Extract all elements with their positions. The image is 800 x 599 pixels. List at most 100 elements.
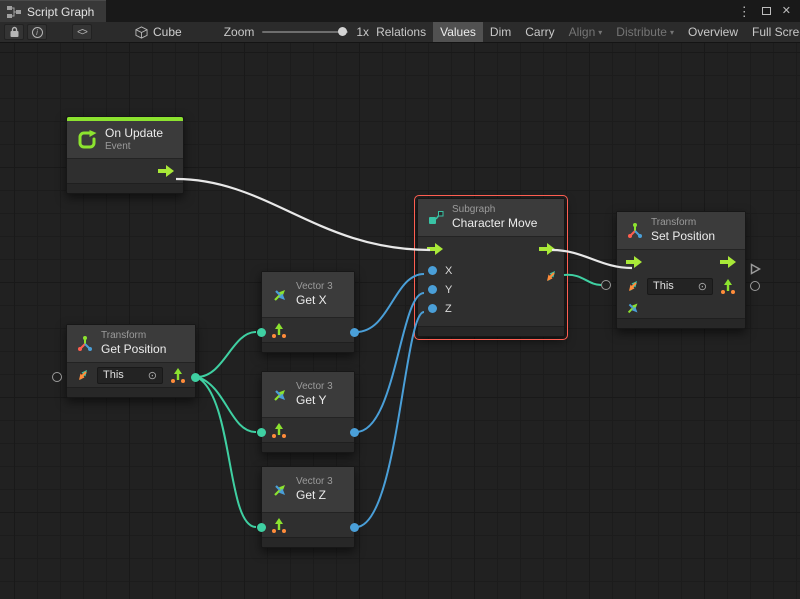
value-output-port[interactable]: [350, 328, 359, 337]
flow-row: [67, 159, 183, 183]
more-menu-icon[interactable]: ⋮: [738, 5, 751, 18]
update-loop-icon: [76, 129, 98, 151]
convert-arrows-icon: [75, 367, 91, 383]
distribute-button[interactable]: Distribute▾: [609, 22, 681, 42]
zoom-slider-knob[interactable]: [338, 27, 347, 36]
icon-row: [617, 298, 745, 318]
node-get-position[interactable]: Transform Get Position This ⊙: [66, 324, 196, 398]
wire-charactermove-to-setposition-this[interactable]: [564, 275, 601, 285]
graph-object-chip[interactable]: Cube: [135, 25, 182, 39]
node-footer: [418, 326, 564, 336]
vector3-icon: [625, 300, 641, 316]
node-on-update[interactable]: On Update Event: [66, 116, 184, 194]
zoom-slider[interactable]: [262, 31, 348, 33]
code-view-button[interactable]: <>: [72, 24, 92, 40]
window-controls: ⋮ ✕: [738, 0, 800, 22]
flow-output-port[interactable]: [720, 256, 736, 268]
wire-getz-to-charactermove-z[interactable]: [356, 312, 424, 527]
value-output-port[interactable]: [191, 373, 200, 382]
node-get-y[interactable]: Vector 3 Get Y: [261, 371, 355, 453]
flow-row: [617, 250, 745, 274]
flow-output-port[interactable]: [158, 165, 174, 177]
node-get-x[interactable]: Vector 3 Get X: [261, 271, 355, 353]
wire-getx-to-charactermove-x[interactable]: [356, 274, 424, 332]
wire-onupdate-to-charactermove[interactable]: [176, 179, 430, 250]
node-header: Subgraph Character Move: [418, 199, 564, 237]
wire-getposition-to-gety[interactable]: [197, 377, 256, 432]
flow-continuation-icon[interactable]: [750, 263, 761, 275]
vector-value-icon: [270, 321, 288, 339]
node-category: Vector 3: [296, 476, 333, 488]
target-picker-icon[interactable]: ⊙: [698, 280, 707, 293]
vector-value-icon: [719, 277, 737, 295]
wire-gety-to-charactermove-y[interactable]: [356, 293, 424, 432]
tab-title: Script Graph: [27, 5, 94, 19]
node-header: Vector 3 Get Y: [262, 372, 354, 418]
flow-input-port[interactable]: [427, 243, 443, 255]
values-button[interactable]: Values: [433, 22, 483, 42]
info-button[interactable]: i: [27, 24, 47, 40]
align-button[interactable]: Align▾: [562, 22, 610, 42]
chevron-down-icon: ▾: [670, 28, 674, 37]
carry-button[interactable]: Carry: [518, 22, 561, 42]
node-header: On Update Event: [67, 121, 183, 159]
node-character-move[interactable]: Subgraph Character Move X Y Z: [417, 198, 565, 337]
value-input-port[interactable]: [257, 428, 266, 437]
dim-button[interactable]: Dim: [483, 22, 518, 42]
node-category: Transform: [651, 217, 715, 229]
titlebar: Script Graph ⋮ ✕: [0, 0, 800, 22]
node-header: Vector 3 Get Z: [262, 467, 354, 513]
full-screen-button[interactable]: Full Screen: [745, 22, 800, 42]
vector3-icon: [271, 286, 289, 304]
flow-row: [418, 237, 564, 261]
lock-button[interactable]: [4, 24, 24, 40]
node-title: Set Position: [651, 229, 715, 244]
node-footer: [262, 537, 354, 547]
this-object-field[interactable]: This ⊙: [647, 278, 713, 295]
node-header: Vector 3 Get X: [262, 272, 354, 318]
graph-toolbar: i <> Cube Zoom 1x Relations Values Dim C…: [0, 22, 800, 43]
this-object-field[interactable]: This ⊙: [97, 367, 163, 384]
vector-value-icon: [270, 421, 288, 439]
graph-canvas[interactable]: On Update Event Transform Get Position: [0, 43, 800, 599]
value-continuation-port[interactable]: [750, 281, 760, 291]
node-header: Transform Set Position: [617, 212, 745, 250]
value-input-port[interactable]: [257, 523, 266, 532]
relations-button[interactable]: Relations: [369, 22, 433, 42]
value-row: [262, 418, 354, 442]
vector3-icon: [271, 386, 289, 404]
this-input-port[interactable]: [52, 372, 62, 382]
node-set-position[interactable]: Transform Set Position This ⊙: [616, 211, 746, 329]
value-input-port[interactable]: [428, 266, 437, 275]
node-footer: [67, 387, 195, 397]
vector-value-icon: [169, 366, 187, 384]
wire-getposition-to-getz[interactable]: [197, 377, 256, 527]
flow-output-port[interactable]: [539, 243, 555, 255]
this-row: This ⊙: [67, 363, 195, 387]
target-picker-icon[interactable]: ⊙: [148, 369, 157, 382]
value-input-port[interactable]: [428, 285, 437, 294]
subgraph-icon: [427, 209, 445, 227]
value-row: [262, 318, 354, 342]
value-row: [262, 513, 354, 537]
info-icon: i: [32, 27, 43, 38]
node-get-z[interactable]: Vector 3 Get Z: [261, 466, 355, 548]
toolbar-buttons: Relations Values Dim Carry Align▾ Distri…: [369, 22, 800, 42]
value-output-port[interactable]: [350, 523, 359, 532]
port-label: X: [445, 265, 452, 277]
overview-button[interactable]: Overview: [681, 22, 745, 42]
close-icon[interactable]: ✕: [782, 6, 791, 17]
node-title: Get Y: [296, 393, 333, 408]
flow-input-port[interactable]: [626, 256, 642, 268]
port-label: Z: [445, 303, 452, 315]
value-input-port[interactable]: [428, 304, 437, 313]
node-footer: [262, 342, 354, 352]
value-input-port[interactable]: [257, 328, 266, 337]
script-graph-icon: [7, 6, 21, 18]
wire-getposition-to-getx[interactable]: [197, 332, 256, 377]
this-input-port[interactable]: [601, 280, 611, 290]
maximize-icon[interactable]: [762, 7, 771, 15]
value-output-port[interactable]: [350, 428, 359, 437]
tab-script-graph[interactable]: Script Graph: [0, 0, 106, 22]
node-title: On Update: [105, 126, 163, 141]
